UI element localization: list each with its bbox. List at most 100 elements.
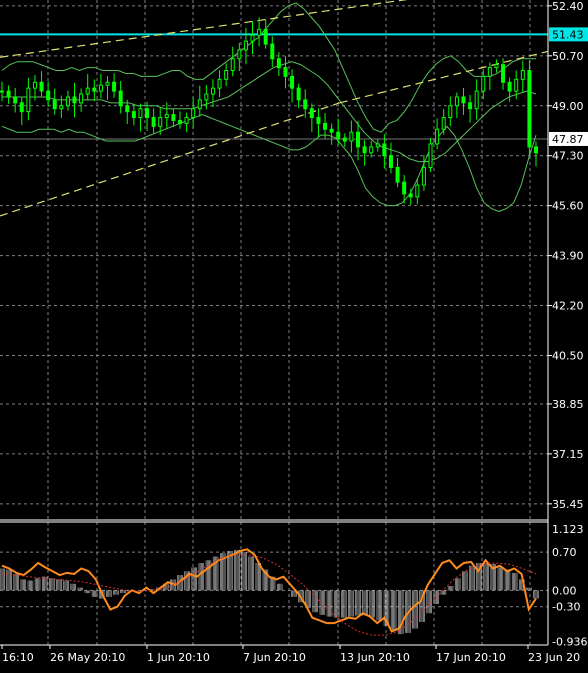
candle-body[interactable] (507, 81, 512, 92)
candle-body[interactable] (204, 93, 209, 101)
candle-body[interactable] (230, 58, 235, 72)
candle-body[interactable] (32, 81, 37, 89)
candle-body[interactable] (520, 70, 525, 80)
candle-body[interactable] (6, 90, 11, 98)
candle-body[interactable] (164, 114, 169, 119)
candle-body[interactable] (171, 114, 176, 121)
candle-body[interactable] (72, 96, 77, 104)
candle-body[interactable] (131, 111, 136, 119)
candle-body[interactable] (92, 87, 97, 92)
candle-body[interactable] (191, 108, 196, 119)
candle-body[interactable] (323, 122, 328, 130)
x-tick-label: 23 Jun 20 (528, 651, 580, 664)
candle-body[interactable] (19, 102, 24, 113)
candle-body[interactable] (395, 166, 400, 183)
candle-body[interactable] (178, 119, 182, 124)
y-tick-label: 52.40 (552, 0, 584, 13)
candle-body[interactable] (461, 96, 466, 104)
candle-body[interactable] (402, 181, 407, 195)
candle-body[interactable] (428, 143, 433, 168)
candle-body[interactable] (454, 96, 459, 107)
candle-body[interactable] (290, 75, 295, 89)
candle-body[interactable] (441, 117, 446, 130)
x-tick-label: 13 Jun 20:10 (340, 651, 410, 664)
candle-body[interactable] (13, 96, 18, 104)
candle-body[interactable] (487, 67, 492, 77)
candle-body[interactable] (184, 117, 189, 124)
osc-tick-label: 1.123 (552, 523, 584, 536)
y-tick-label: 49.00 (552, 100, 584, 113)
candle-body[interactable] (309, 108, 314, 119)
candle-body[interactable] (408, 193, 413, 198)
y-tick-label: 37.15 (552, 448, 584, 461)
candle-body[interactable] (356, 131, 360, 148)
candle-body[interactable] (46, 90, 51, 101)
candle-body[interactable] (329, 128, 334, 133)
y-tick-label: 50.70 (552, 50, 584, 63)
candle-body[interactable] (52, 99, 57, 110)
candle-body[interactable] (494, 64, 499, 69)
osc-tick-label: -0.30 (552, 601, 580, 614)
candle-body[interactable] (39, 81, 44, 92)
price-label-text: 51.43 (552, 28, 584, 41)
candle-body[interactable] (283, 67, 288, 77)
x-tick-label: 1 Jun 20:10 (147, 651, 210, 664)
candle-body[interactable] (257, 28, 262, 36)
candle-body[interactable] (388, 155, 393, 168)
candle-body[interactable] (138, 108, 143, 119)
candle-body[interactable] (118, 90, 123, 107)
candle-body[interactable] (151, 117, 156, 127)
candle-body[interactable] (362, 146, 367, 154)
candle-body[interactable] (59, 105, 64, 110)
candle-body[interactable] (474, 90, 479, 110)
candle-body[interactable] (217, 78, 222, 89)
candle-body[interactable] (448, 105, 453, 119)
candle-body[interactable] (435, 128, 440, 145)
candle-body[interactable] (210, 87, 215, 95)
candle-body[interactable] (0, 90, 4, 93)
candle-body[interactable] (98, 84, 103, 92)
candle-body[interactable] (375, 143, 380, 148)
candle-body[interactable] (270, 43, 275, 60)
candle-body[interactable] (158, 117, 163, 127)
candle-body[interactable] (263, 28, 268, 45)
candle-body[interactable] (145, 108, 150, 119)
y-tick-label: 45.60 (552, 200, 584, 213)
candle-body[interactable] (342, 137, 347, 142)
candle-body[interactable] (316, 117, 321, 124)
candle-body[interactable] (421, 166, 426, 186)
candle-body[interactable] (26, 87, 31, 113)
candle-body[interactable] (224, 70, 229, 80)
candle-body[interactable] (534, 146, 538, 154)
candle-body[interactable] (501, 64, 506, 83)
candle-body[interactable] (250, 34, 255, 42)
candle-body[interactable] (415, 184, 420, 198)
candle-body[interactable] (79, 93, 84, 104)
candle-body[interactable] (296, 87, 301, 101)
osc-tick-label: 0.00 (552, 584, 577, 597)
candle-body[interactable] (85, 87, 90, 95)
chart-root[interactable]: 52.40 50.70 49.00 47.30 45.60 43.90 42.20 40.50… (0, 0, 588, 669)
candle-body[interactable] (514, 78, 519, 92)
candle-body[interactable] (349, 131, 354, 142)
candle-body[interactable] (382, 143, 387, 157)
candle-body[interactable] (243, 40, 248, 51)
y-tick-label: 42.20 (552, 300, 584, 313)
candle-body[interactable] (303, 99, 308, 110)
candle-body[interactable] (112, 81, 117, 92)
y-tick-label: 38.85 (552, 398, 584, 411)
candle-body[interactable] (237, 49, 242, 60)
candle-body[interactable] (105, 81, 110, 86)
candle-body[interactable] (369, 146, 374, 154)
x-tick-label: 26 May 20:10 (50, 651, 125, 664)
candle-body[interactable] (481, 75, 486, 92)
candle-body[interactable] (527, 70, 532, 148)
candle-body[interactable] (65, 96, 70, 107)
candle-body[interactable] (336, 131, 341, 139)
candle-body[interactable] (197, 99, 202, 110)
candle-body[interactable] (468, 102, 473, 110)
price-chart-svg[interactable]: 52.40 50.70 49.00 47.30 45.60 43.90 42.20 40.50… (0, 0, 588, 669)
y-tick-label: 35.45 (552, 498, 584, 511)
candle-body[interactable] (125, 105, 130, 113)
candle-body[interactable] (276, 58, 281, 69)
